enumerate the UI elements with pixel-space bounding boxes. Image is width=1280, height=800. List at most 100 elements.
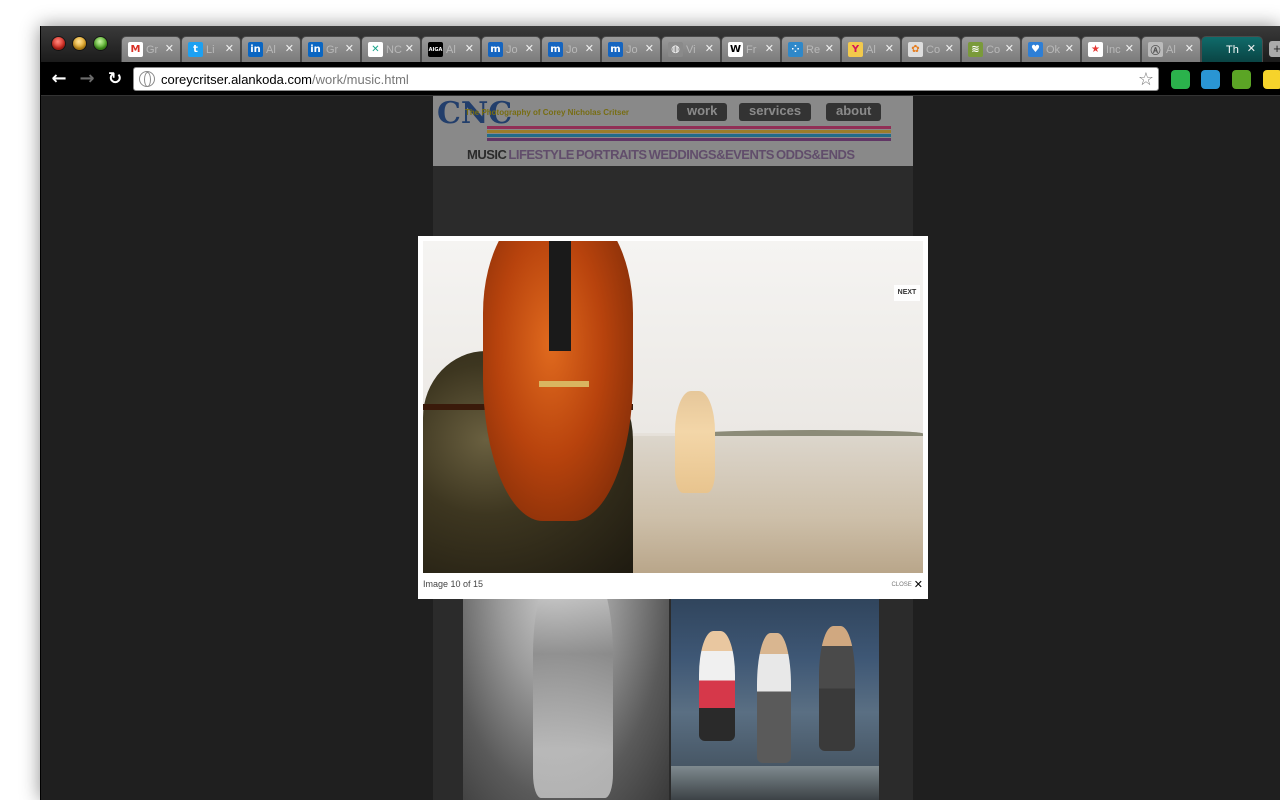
- tab-close-icon[interactable]: ✕: [1247, 42, 1256, 55]
- wikipedia-icon: W: [728, 42, 743, 57]
- tab-title: Inc: [1106, 43, 1121, 56]
- circle-logo-icon: Ⓐ: [1148, 42, 1163, 57]
- browser-tab[interactable]: ✿ Co ✕: [901, 36, 961, 62]
- browser-tab[interactable]: ★ Inc ✕: [1081, 36, 1141, 62]
- image-counter: Image 10 of 15: [423, 579, 484, 589]
- zoom-window-button[interactable]: [94, 37, 107, 50]
- address-url[interactable]: coreycritser.alankoda.com/work/music.htm…: [161, 72, 409, 87]
- bookmark-star-icon[interactable]: ☆: [1138, 69, 1154, 90]
- close-window-button[interactable]: [52, 37, 65, 50]
- tab-title: Gr: [326, 43, 339, 56]
- category-portraits[interactable]: PORTRAITS: [576, 147, 647, 162]
- x-logo-icon: ✕: [368, 42, 383, 57]
- url-path: /work/music.html: [312, 72, 409, 87]
- nav-services[interactable]: services: [739, 103, 812, 121]
- tab-close-icon[interactable]: ✕: [585, 42, 594, 55]
- dots-icon: ⁘: [788, 42, 803, 57]
- new-tab-button[interactable]: +: [1269, 41, 1280, 57]
- forward-button[interactable]: →: [77, 69, 97, 89]
- tab-close-icon[interactable]: ✕: [825, 42, 834, 55]
- tab-title: Th: [1226, 43, 1239, 56]
- category-weddings-events[interactable]: WEDDINGS&EVENTS: [649, 147, 775, 162]
- color-stripe: [487, 138, 891, 141]
- browser-tab[interactable]: m Jo ✕: [541, 36, 601, 62]
- minimize-window-button[interactable]: [73, 37, 86, 50]
- browser-tab[interactable]: ◍ Vi ✕: [661, 36, 721, 62]
- tab-close-icon[interactable]: ✕: [1125, 42, 1134, 55]
- violin-neck: [549, 241, 571, 351]
- browser-tab[interactable]: Y Al ✕: [841, 36, 901, 62]
- next-button[interactable]: NEXT: [894, 285, 920, 301]
- browser-tab[interactable]: AIGA Al ✕: [421, 36, 481, 62]
- tab-close-icon[interactable]: ✕: [405, 42, 414, 55]
- monster-icon: m: [488, 42, 503, 57]
- tab-close-icon[interactable]: ✕: [765, 42, 774, 55]
- tab-title: Al: [266, 43, 276, 56]
- feedly-icon[interactable]: [1171, 70, 1190, 89]
- lizard-icon: ≋: [968, 42, 983, 57]
- tab-close-icon[interactable]: ✕: [285, 42, 294, 55]
- evernote-icon[interactable]: [1232, 70, 1251, 89]
- browser-tab[interactable]: W Fr ✕: [721, 36, 781, 62]
- tab-title: Jo: [566, 43, 578, 56]
- tab-close-icon[interactable]: ✕: [885, 42, 894, 55]
- heart-icon: ♥: [1028, 42, 1043, 57]
- tab-close-icon[interactable]: ✕: [225, 42, 234, 55]
- bookmark-star-icon[interactable]: [1263, 70, 1280, 89]
- tab-close-icon[interactable]: ✕: [525, 42, 534, 55]
- color-stripe: [487, 126, 891, 129]
- linkedin-icon: in: [308, 42, 323, 57]
- nav-about[interactable]: about: [826, 103, 882, 121]
- nbc-icon: ✿: [908, 42, 923, 57]
- color-stripe: [487, 134, 891, 137]
- address-bar[interactable]: coreycritser.alankoda.com/work/music.htm…: [133, 67, 1159, 91]
- browser-toolbar: ← → ↻ coreycritser.alankoda.com/work/mus…: [41, 62, 1280, 96]
- browser-tab[interactable]: ✕ NC ✕: [361, 36, 421, 62]
- browser-tab[interactable]: m Jo ✕: [601, 36, 661, 62]
- twitter-icon: t: [188, 42, 203, 57]
- yahoo-icon: Y: [848, 42, 863, 57]
- tab-title: Jo: [506, 43, 518, 56]
- tab-close-icon[interactable]: ✕: [165, 42, 174, 55]
- tab-close-icon[interactable]: ✕: [1065, 42, 1074, 55]
- tab-close-icon[interactable]: ✕: [705, 42, 714, 55]
- close-button[interactable]: CLOSE ✕: [891, 578, 923, 591]
- category-odds-ends[interactable]: ODDS&ENDS: [776, 147, 855, 162]
- violin-bridge: [539, 381, 589, 387]
- url-domain: coreycritser.alankoda.com: [161, 72, 313, 87]
- tab-title: Gr: [146, 43, 159, 56]
- site-tagline: The Photography of Corey Nicholas Critse…: [465, 108, 630, 117]
- tweetdeck-icon[interactable]: [1201, 70, 1220, 89]
- category-music[interactable]: MUSIC: [467, 147, 507, 162]
- tab-close-icon[interactable]: ✕: [945, 42, 954, 55]
- category-lifestyle[interactable]: LIFESTYLE: [508, 147, 574, 162]
- tab-title: NC: [386, 43, 402, 56]
- monster-icon: m: [608, 42, 623, 57]
- tab-close-icon[interactable]: ✕: [345, 42, 354, 55]
- browser-tab[interactable]: ♥ Ok ✕: [1021, 36, 1081, 62]
- tab-title: Co: [986, 43, 1001, 56]
- tab-close-icon[interactable]: ✕: [1005, 42, 1014, 55]
- gallery-thumbnail[interactable]: [671, 581, 879, 800]
- nav-work[interactable]: work: [677, 103, 728, 121]
- tab-close-icon[interactable]: ✕: [465, 42, 474, 55]
- lightbox-photo[interactable]: NEXT: [423, 241, 923, 573]
- browser-tab[interactable]: in Al ✕: [241, 36, 301, 62]
- tab-title: Co: [926, 43, 941, 56]
- tab-close-icon[interactable]: ✕: [1185, 42, 1194, 55]
- page-content: CNC The Photography of Corey Nicholas Cr…: [41, 96, 1280, 800]
- browser-tab[interactable]: Ⓐ Al ✕: [1141, 36, 1201, 62]
- browser-tab[interactable]: Th ✕: [1201, 36, 1263, 62]
- reload-button[interactable]: ↻: [105, 69, 125, 89]
- browser-tab[interactable]: in Gr ✕: [301, 36, 361, 62]
- back-button[interactable]: ←: [49, 69, 69, 89]
- browser-tab[interactable]: m Jo ✕: [481, 36, 541, 62]
- browser-tab[interactable]: t Li ✕: [181, 36, 241, 62]
- tab-title: Fr: [746, 43, 757, 56]
- browser-tab[interactable]: M Gr ✕: [121, 36, 181, 62]
- browser-tab[interactable]: ≋ Co ✕: [961, 36, 1021, 62]
- tab-title: Vi: [686, 43, 696, 56]
- rocks: [671, 766, 879, 800]
- tab-close-icon[interactable]: ✕: [645, 42, 654, 55]
- browser-tab[interactable]: ⁘ Re ✕: [781, 36, 841, 62]
